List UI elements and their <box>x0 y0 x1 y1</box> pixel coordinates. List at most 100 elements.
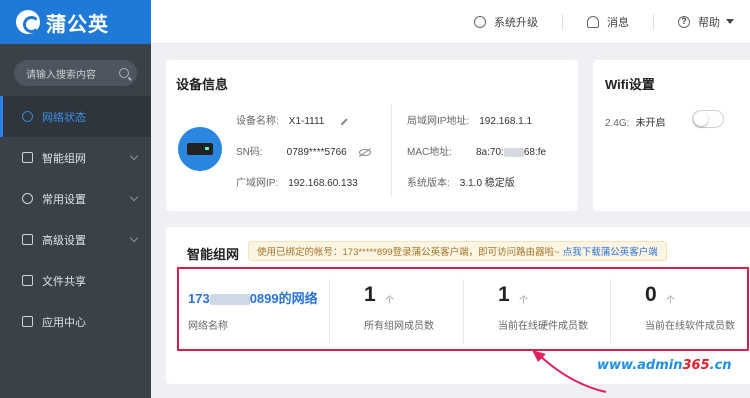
search-input[interactable]: 请输入搜索内容 <box>26 66 119 81</box>
chevron-down-icon <box>129 151 139 161</box>
wifi-band-row: 2.4G: 未开启 <box>605 114 665 129</box>
download-client-link[interactable]: 点我下载蒲公英客户端 <box>563 244 658 258</box>
divider <box>653 13 654 30</box>
smart-network-icon <box>22 152 33 163</box>
sidebar-item-advanced-settings[interactable]: 高级设置 <box>0 219 151 260</box>
highlight-box: 173 0899的网络 网络名称 1 个 所有组网成员数 1 个 当前在线硬件成员… <box>177 267 749 351</box>
search-box[interactable]: 请输入搜索内容 <box>14 60 137 86</box>
lan-ip-label: 局域网IP地址: <box>407 116 470 127</box>
device-info-card: 设备信息 设备名称: X1-1111 SN码: 0789****5766 广域网IP… <box>166 60 578 211</box>
wan-ip-label: 广域网IP: <box>236 178 279 189</box>
sidebar-item-label: 网络状态 <box>42 111 86 124</box>
network-name-suffix: 0899的网络 <box>249 291 318 306</box>
router-icon <box>187 143 213 155</box>
smart-network-title: 智能组网 <box>187 247 240 262</box>
sidebar-item-label: 智能组网 <box>42 152 86 165</box>
stat-value: 0 <box>645 283 657 306</box>
redacted-block <box>209 294 250 306</box>
help-menu[interactable]: ? 帮助 <box>678 14 734 30</box>
messages-label: 消息 <box>607 16 629 29</box>
dandelion-logo-icon <box>16 10 40 34</box>
device-name-label: 设备名称: <box>236 116 279 127</box>
stat-online-software: 0 个 当前在线软件成员数 <box>610 269 747 349</box>
divider <box>562 13 563 30</box>
notice-text: 使用已绑定的帐号：173*****899登录蒲公英客户端，即可访问路由器啦~ <box>257 247 560 258</box>
caret-down-icon <box>726 19 734 24</box>
wifi-band-label: 2.4G: <box>605 118 630 129</box>
sidebar-item-label: 应用中心 <box>42 316 86 329</box>
sidebar-item-label: 常用设置 <box>42 193 86 206</box>
logo-text: 蒲公英 <box>46 13 109 36</box>
advanced-settings-icon <box>22 234 33 245</box>
stat-unit: 个 <box>385 295 395 305</box>
watermark-prefix: www.admin <box>597 358 683 373</box>
wifi-card: Wifi设置 2.4G: 未开启 <box>593 60 750 211</box>
logo[interactable]: 蒲公英 <box>0 0 151 44</box>
device-name-row: 设备名称: X1-1111 <box>236 112 348 127</box>
router-image <box>178 127 222 171</box>
stat-value: 1 <box>364 283 376 306</box>
network-name-block: 173 0899的网络 网络名称 <box>179 269 329 349</box>
sn-row: SN码: 0789****5766 <box>236 143 371 158</box>
device-info-title: 设备信息 <box>176 77 229 92</box>
mac-label: MAC地址: <box>407 147 452 158</box>
sidebar-item-file-share[interactable]: 文件共享 <box>0 260 151 301</box>
network-status-icon <box>22 111 33 122</box>
version-label: 系统版本: <box>407 178 450 189</box>
chevron-down-icon <box>129 192 139 202</box>
redacted-block <box>503 147 524 157</box>
rocket-icon <box>474 15 486 28</box>
mac-row: MAC地址: 8a:70: 68:fe <box>407 143 546 158</box>
network-name-label: 网络名称 <box>188 321 228 332</box>
version-row: 系统版本: 3.1.0 稳定版 <box>407 174 515 189</box>
sidebar-item-label: 文件共享 <box>42 275 86 288</box>
network-name[interactable]: 173 0899的网络 <box>188 288 318 307</box>
stat-value: 1 <box>498 283 510 306</box>
sidebar-item-network-status[interactable]: 网络状态 <box>0 96 151 137</box>
messages-button[interactable]: 消息 <box>587 14 629 30</box>
stat-unit: 个 <box>666 295 676 305</box>
search-icon[interactable] <box>119 68 129 78</box>
bell-icon <box>587 15 599 28</box>
help-label: 帮助 <box>698 16 720 29</box>
settings-icon <box>22 193 33 204</box>
edit-icon[interactable] <box>341 118 348 125</box>
sn-value: 0789****5766 <box>286 147 347 158</box>
sn-label: SN码: <box>236 147 263 158</box>
mac-value: 8a:70: 68:fe <box>476 147 546 158</box>
stat-online-hardware: 1 个 当前在线硬件成员数 <box>463 269 609 349</box>
wan-ip-row: 广域网IP: 192.168.60.133 <box>236 174 358 189</box>
top-bar: 系统升级 消息 ? 帮助 <box>151 0 750 44</box>
mac-prefix: 8a:70: <box>476 147 504 158</box>
app-center-icon <box>22 316 33 327</box>
stat-label: 当前在线硬件成员数 <box>498 321 588 332</box>
wifi-band-status: 未开启 <box>635 118 666 129</box>
eye-off-icon[interactable] <box>358 148 371 156</box>
help-icon: ? <box>678 15 690 28</box>
sidebar-item-label: 高级设置 <box>42 234 86 247</box>
stat-all-members: 1 个 所有组网成员数 <box>329 269 463 349</box>
lan-ip-value: 192.168.1.1 <box>479 116 533 127</box>
watermark: www.admin365.cn <box>597 358 732 373</box>
system-upgrade-label: 系统升级 <box>494 16 538 29</box>
mac-suffix: 68:fe <box>523 147 547 158</box>
sidebar-nav: 网络状态 智能组网 常用设置 高级设置 文件共享 应用中心 <box>0 96 151 342</box>
sidebar-item-smart-network[interactable]: 智能组网 <box>0 137 151 178</box>
system-upgrade-button[interactable]: 系统升级 <box>474 14 538 30</box>
stat-unit: 个 <box>519 295 529 305</box>
watermark-suffix: .cn <box>709 358 732 373</box>
sidebar-item-app-center[interactable]: 应用中心 <box>0 301 151 342</box>
watermark-digits: 365 <box>682 358 710 373</box>
stat-label: 当前在线软件成员数 <box>645 321 735 332</box>
wifi-title: Wifi设置 <box>605 77 655 92</box>
device-name-value: X1-1111 <box>288 116 325 127</box>
wifi-toggle[interactable] <box>692 110 724 128</box>
stat-label: 所有组网成员数 <box>364 321 434 332</box>
chevron-down-icon <box>129 233 139 243</box>
divider <box>391 104 392 196</box>
sidebar: 蒲公英 请输入搜索内容 网络状态 智能组网 常用设置 高级设置 文件共享 应用中… <box>0 0 151 398</box>
wan-ip-value: 192.168.60.133 <box>288 178 358 189</box>
sidebar-item-common-settings[interactable]: 常用设置 <box>0 178 151 219</box>
notice-banner: 使用已绑定的帐号：173*****899登录蒲公英客户端，即可访问路由器啦~ 点… <box>248 241 667 261</box>
lan-ip-row: 局域网IP地址: 192.168.1.1 <box>407 112 532 127</box>
